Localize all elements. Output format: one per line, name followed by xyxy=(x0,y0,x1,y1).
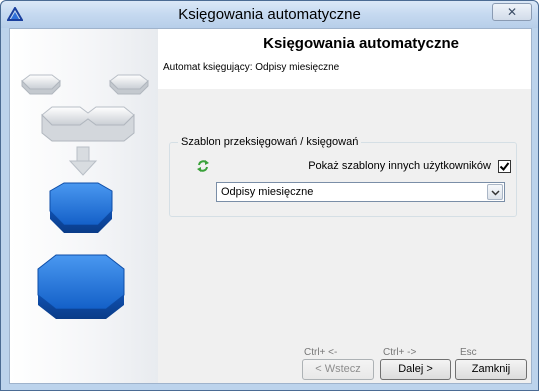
refresh-icon[interactable] xyxy=(196,159,210,173)
checkmark-icon xyxy=(499,162,510,172)
groupbox-label: Szablon przeksięgowań / księgowań xyxy=(178,136,362,148)
next-button[interactable]: Dalej > xyxy=(380,359,451,380)
wizard-window: Księgowania automatyczne ✕ Księgowania a… xyxy=(0,0,539,391)
blue-hexagon-large xyxy=(37,254,125,319)
wizard-content: Szablon przeksięgowań / księgowań Pokaż … xyxy=(158,89,531,383)
template-select-dropdown-button[interactable] xyxy=(487,184,503,200)
back-shortcut-hint: Ctrl+ <- xyxy=(304,347,338,358)
white-hexagon-right xyxy=(109,74,149,95)
template-select-value: Odpisy miesięczne xyxy=(221,186,314,198)
close-button[interactable]: Zamknij xyxy=(455,359,527,380)
header-subtitle: Automat księgujący: Odpisy miesięczne xyxy=(163,62,340,73)
show-other-users-checkbox[interactable] xyxy=(498,160,511,173)
window-close-button[interactable]: ✕ xyxy=(492,3,532,21)
hexagon-illustration xyxy=(21,74,149,319)
template-groupbox: Szablon przeksięgowań / księgowań Pokaż … xyxy=(169,136,517,217)
window-title: Księgowania automatyczne xyxy=(178,6,361,23)
illustration-panel xyxy=(10,29,158,383)
template-select[interactable]: Odpisy miesięczne xyxy=(216,182,505,202)
next-shortcut-hint: Ctrl+ -> xyxy=(383,347,417,358)
blue-hexagon-small xyxy=(49,182,113,233)
down-arrow xyxy=(68,146,98,176)
white-hexagon-left xyxy=(21,74,61,95)
wizard-header: Księgowania automatyczne Automat księguj… xyxy=(158,29,531,89)
title-bar[interactable]: Księgowania automatyczne ✕ xyxy=(1,1,538,28)
close-icon: ✕ xyxy=(506,5,518,19)
back-button[interactable]: < Wstecz xyxy=(302,359,374,380)
header-title: Księgowania automatyczne xyxy=(263,35,459,52)
chevron-down-icon xyxy=(491,190,500,196)
close-shortcut-hint: Esc xyxy=(460,347,477,358)
white-hexagon-pair xyxy=(41,106,135,142)
show-other-users-label: Pokaż szablony innych użytkowników xyxy=(308,160,491,172)
dialog-body: Księgowania automatyczne Automat księguj… xyxy=(9,28,532,384)
